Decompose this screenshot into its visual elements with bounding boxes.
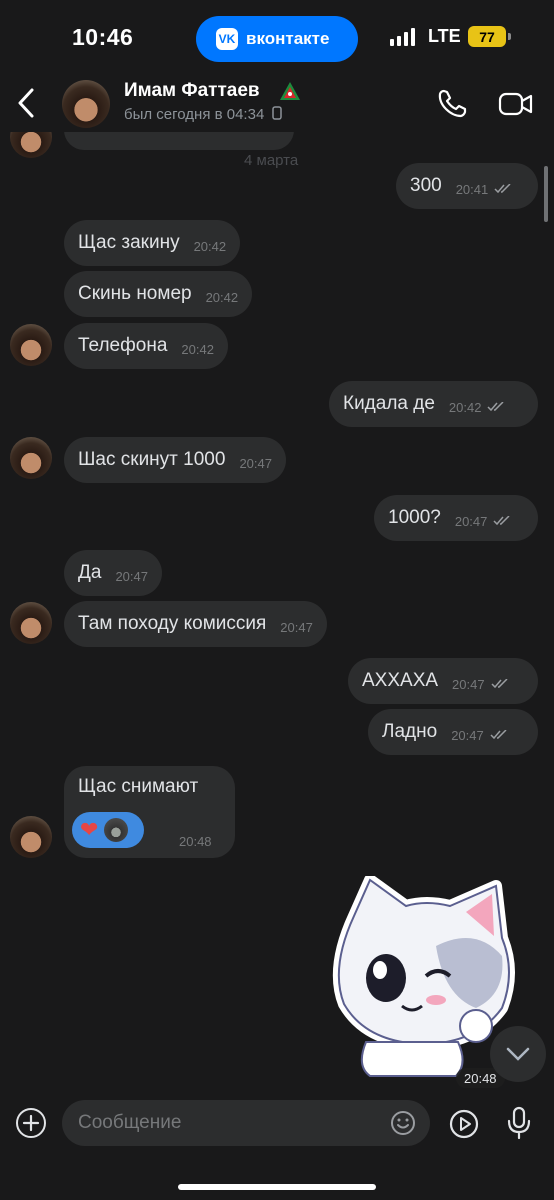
message-time: 20:47 xyxy=(452,676,485,692)
message-time: 20:47 xyxy=(115,568,148,584)
message-text: Щас снимают xyxy=(78,776,199,797)
message-text: 1000? xyxy=(388,507,441,528)
date-separator: 4 марта xyxy=(244,152,299,169)
double-check-icon xyxy=(490,730,507,740)
plus-icon[interactable] xyxy=(14,1106,48,1140)
message-time: 20:47 xyxy=(280,619,313,635)
message-in[interactable]: Да 20:47 xyxy=(64,550,162,596)
message-in[interactable]: Шас скинут 1000 20:47 xyxy=(64,437,286,483)
message-text: Ладно xyxy=(382,721,438,742)
message-composer xyxy=(0,1092,554,1200)
message-text: АХХАХА xyxy=(362,670,439,691)
chat-area: 4 марта 300 20:41 Щас закину 20:42 Скинь… xyxy=(0,0,554,1200)
vk-logo-icon: VK xyxy=(216,28,238,50)
message-time: 20:42 xyxy=(193,238,227,254)
microphone-icon[interactable] xyxy=(506,1106,532,1140)
club-badge-icon xyxy=(280,82,300,100)
avatar[interactable] xyxy=(10,602,52,644)
message-in[interactable]: Щас снимают ❤ 20:48 xyxy=(64,766,235,858)
last-seen-text: был сегодня в 04:34 xyxy=(124,106,265,123)
app-pill[interactable]: VK вконтакте xyxy=(196,16,358,62)
message-in[interactable]: Там походу комиссия 20:47 xyxy=(64,601,327,647)
message-time: 20:42 xyxy=(181,341,214,357)
message-text: Да xyxy=(78,562,102,583)
message-out[interactable]: 1000? 20:47 xyxy=(374,495,538,541)
signal-icon xyxy=(390,28,415,46)
message-text: Телефона xyxy=(78,335,168,356)
message-time: 20:48 xyxy=(179,834,212,849)
scroll-to-bottom-button[interactable] xyxy=(490,1026,546,1082)
avatar[interactable] xyxy=(10,816,52,858)
message-out[interactable]: Ладно 20:47 xyxy=(368,709,538,755)
message-time: 20:47 xyxy=(239,455,272,471)
double-check-icon xyxy=(494,184,511,194)
last-seen-status: был сегодня в 04:34 xyxy=(124,106,283,123)
back-arrow-icon[interactable] xyxy=(10,86,44,120)
cat-sticker[interactable] xyxy=(326,876,516,1086)
mobile-device-icon xyxy=(272,106,283,120)
video-camera-icon[interactable] xyxy=(498,90,534,118)
message-time: 20:42 xyxy=(448,399,482,415)
double-check-icon xyxy=(493,516,510,526)
heart-icon: ❤ xyxy=(80,817,99,842)
message-text: Кидала де xyxy=(343,393,435,414)
double-check-icon xyxy=(487,402,504,412)
double-check-icon xyxy=(491,679,508,689)
message-input[interactable] xyxy=(62,1100,430,1146)
message-out[interactable]: Кидала де 20:42 xyxy=(329,381,538,427)
chat-header: Имам Фаттаев был сегодня в 04:34 xyxy=(0,76,554,132)
app-pill-label: вконтакте xyxy=(246,29,330,48)
network-label: LTE xyxy=(428,26,461,46)
message-text: Шас скинут 1000 xyxy=(78,449,226,470)
message-in[interactable]: Щас закину 20:42 xyxy=(64,220,241,266)
message-in[interactable]: Скинь номер 20:42 xyxy=(64,271,253,317)
message-text: 300 xyxy=(410,175,442,196)
message-out[interactable]: 300 20:41 xyxy=(396,163,538,209)
home-indicator xyxy=(178,1184,376,1190)
contact-avatar[interactable] xyxy=(62,80,110,128)
avatar[interactable] xyxy=(10,324,52,366)
message-out[interactable]: АХХАХА 20:47 xyxy=(348,658,538,704)
message-time: 20:41 xyxy=(455,181,489,197)
message-text: Скинь номер xyxy=(78,283,192,304)
message-text: Там походу комиссия xyxy=(78,613,267,634)
message-time: 20:47 xyxy=(454,513,488,529)
phone-icon[interactable] xyxy=(436,88,468,120)
chevron-down-icon xyxy=(506,1047,530,1061)
message-time: 20:42 xyxy=(205,289,239,305)
message-in[interactable]: Телефона 20:42 xyxy=(64,323,228,369)
contact-name[interactable]: Имам Фаттаев xyxy=(124,80,260,102)
message-time: 20:47 xyxy=(451,727,484,743)
reactor-avatar xyxy=(104,818,129,842)
battery-icon: 77 xyxy=(468,26,511,47)
avatar[interactable] xyxy=(10,437,52,479)
smile-icon[interactable] xyxy=(390,1110,416,1136)
scrollbar[interactable] xyxy=(544,166,548,222)
status-bar: 10:46 VK вконтакте LTE 77 xyxy=(0,0,554,76)
clock: 10:46 xyxy=(72,24,134,50)
play-icon[interactable] xyxy=(448,1108,480,1140)
reaction-chip[interactable]: ❤ xyxy=(72,812,144,848)
message-text: Щас закину xyxy=(78,232,180,253)
